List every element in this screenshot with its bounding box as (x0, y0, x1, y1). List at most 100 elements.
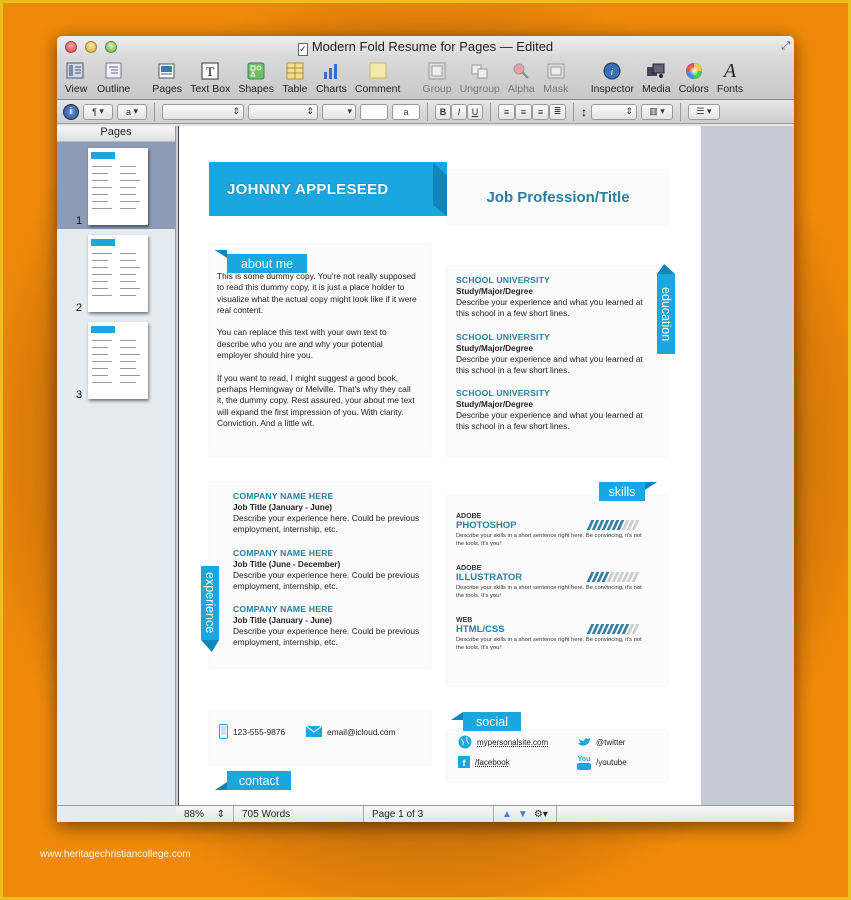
paragraph-style-dropdown[interactable]: ¶ ▾ (83, 103, 113, 120)
toolbar-media-button[interactable]: Media (642, 61, 671, 95)
view-icon (65, 61, 87, 81)
toolbar-pages-button[interactable]: Pages (152, 61, 182, 95)
skill-category: ADOBE (456, 565, 482, 572)
contact-tag: contact (227, 771, 291, 790)
toolbar-mask-button[interactable]: Mask (543, 61, 569, 95)
pages-window: ✓ Modern Fold Resume for Pages — Edited ⤢… (57, 36, 794, 822)
skill-level-bar (586, 572, 640, 582)
next-page-icon[interactable]: ▼ (518, 809, 528, 820)
alpha-icon (510, 61, 532, 81)
experience-label: experience (203, 572, 217, 634)
social-website[interactable]: mypersonalsite.com (477, 738, 548, 747)
styles-drawer-icon[interactable]: ⅱ (63, 103, 79, 120)
toolbar-ungroup-button[interactable]: Ungroup (460, 61, 500, 95)
underline-button[interactable]: U (467, 103, 483, 120)
align-right-button[interactable]: ≡ (532, 103, 549, 120)
toolbar-alpha-button[interactable]: Alpha (508, 61, 535, 95)
contact-tag-fold (215, 782, 227, 790)
document-icon: ✓ (297, 43, 308, 56)
character-style-dropdown[interactable]: a ▾ (117, 103, 147, 120)
social-tag: social (463, 712, 521, 731)
page-thumbnail-image (88, 235, 148, 312)
mask-icon (545, 61, 567, 81)
font-size-select[interactable]: ▾ (322, 103, 356, 120)
experience-card: COMPANY NAME HERE Job Title (January - J… (209, 482, 431, 668)
align-left-button[interactable]: ≡ (498, 103, 515, 120)
skill-entry: ADOBE ILLUSTRATOR Describe your skills i… (456, 565, 661, 617)
toolbar-label: Comment (354, 83, 401, 95)
align-center-button[interactable]: ≡ (515, 103, 532, 120)
shapes-icon (245, 61, 267, 81)
toolbar-label: Colors (678, 83, 709, 95)
about-paragraph: This is some dummy copy. You're not real… (217, 271, 417, 315)
font-family-select[interactable]: ⇕ (162, 103, 244, 120)
bold-button[interactable]: B (435, 103, 451, 120)
toolbar-colors-button[interactable]: Colors (679, 61, 709, 95)
social-youtube[interactable]: /youtube (596, 758, 627, 767)
fullscreen-icon[interactable]: ⤢ (781, 40, 790, 53)
font-typeface-select[interactable]: ⇕ (248, 103, 318, 120)
school-name: SCHOOL UNIVERSITY (456, 331, 550, 342)
page-thumbnail-2[interactable]: 2 (57, 229, 175, 316)
social-twitter[interactable]: @twitter (596, 738, 625, 747)
about-card: This is some dummy copy. You're not real… (209, 244, 431, 456)
about-label: about me (240, 256, 294, 271)
toolbar-inspector-button[interactable]: i Inspector (591, 61, 634, 95)
education-entry: SCHOOL UNIVERSITY Study/Major/Degree Des… (456, 275, 651, 320)
page-thumbnail-3[interactable]: 3 (57, 316, 175, 403)
toolbar-comment-button[interactable]: Comment (354, 61, 401, 95)
experience-description: Describe your experience here. Could be … (233, 513, 420, 535)
window-title: ✓ Modern Fold Resume for Pages — Edited (57, 39, 794, 56)
document-page[interactable]: JOHNNY APPLESEED Job Profession/Title Th… (178, 126, 701, 805)
text-color-well[interactable] (360, 103, 388, 120)
toolbar-shapes-button[interactable]: Shapes (238, 61, 274, 95)
columns-dropdown[interactable]: ▥ ▾ (641, 103, 673, 120)
comment-icon (367, 61, 389, 81)
text-background-color-well[interactable]: a (392, 103, 420, 120)
contact-email[interactable]: email@icloud.com (327, 727, 396, 737)
toolbar-table-button[interactable]: Table (282, 61, 308, 95)
previous-page-icon[interactable]: ▲ (502, 809, 512, 820)
ungroup-icon (469, 61, 491, 81)
company-name: COMPANY NAME HERE (233, 604, 334, 615)
toolbar-fonts-button[interactable]: A Fonts (717, 60, 743, 96)
facebook-row: f /facebook (458, 756, 510, 768)
toolbar-charts-button[interactable]: Charts (316, 61, 347, 95)
pages-sidebar: Pages 1 2 3 (57, 126, 176, 805)
about-tag: about me (227, 254, 307, 273)
education-entry: SCHOOL UNIVERSITY Study/Major/Degree Des… (456, 388, 651, 433)
toolbar-text-box-button[interactable]: T Text Box (190, 61, 230, 95)
education-tag: education (657, 274, 675, 354)
line-spacing-select[interactable]: ⇕ (591, 103, 637, 120)
zoom-stepper-icon[interactable]: ⇕ (217, 809, 225, 820)
page-thumbnail-1[interactable]: 1 (57, 142, 175, 229)
about-paragraph: You can replace this text with your own … (217, 327, 387, 361)
skills-tag: skills (599, 482, 645, 501)
social-label: social (476, 714, 508, 729)
title-bar: ✓ Modern Fold Resume for Pages — Edited ⤢ (57, 36, 794, 58)
toolbar-group-button[interactable]: Group (422, 61, 452, 95)
page-thumbnail-image (88, 148, 148, 225)
experience-description: Describe your experience here. Could be … (233, 626, 420, 648)
social-card: mypersonalsite.com @twitter f /facebook … (446, 730, 668, 782)
justify-button[interactable]: ≣ (549, 103, 566, 120)
text-color-sample: a (403, 106, 409, 117)
toolbar-label: Alpha (507, 83, 535, 95)
email-row: email@icloud.com (306, 726, 396, 737)
inspector-icon: i (601, 61, 623, 81)
education-description: Describe your experience and what you le… (456, 353, 643, 375)
page-indicator: Page 1 of 3 (364, 806, 494, 822)
social-facebook[interactable]: /facebook (475, 758, 510, 767)
toolbar-outline-button[interactable]: Outline (97, 61, 130, 95)
page-thumbnail-image (88, 322, 148, 399)
italic-button[interactable]: I (451, 103, 467, 120)
toolbar-view-button[interactable]: View (63, 61, 89, 95)
list-style-dropdown[interactable]: ☰ ▾ (688, 103, 720, 120)
phone-icon (219, 724, 228, 739)
action-gear-icon[interactable]: ⚙▾ (534, 809, 548, 820)
skill-description: Describe your skills in a short sentence… (456, 533, 642, 547)
zoom-control[interactable]: 88% ⇕ (176, 806, 234, 822)
education-description: Describe your experience and what you le… (456, 297, 643, 319)
page-number: 2 (76, 302, 83, 314)
group-icon (426, 61, 448, 81)
